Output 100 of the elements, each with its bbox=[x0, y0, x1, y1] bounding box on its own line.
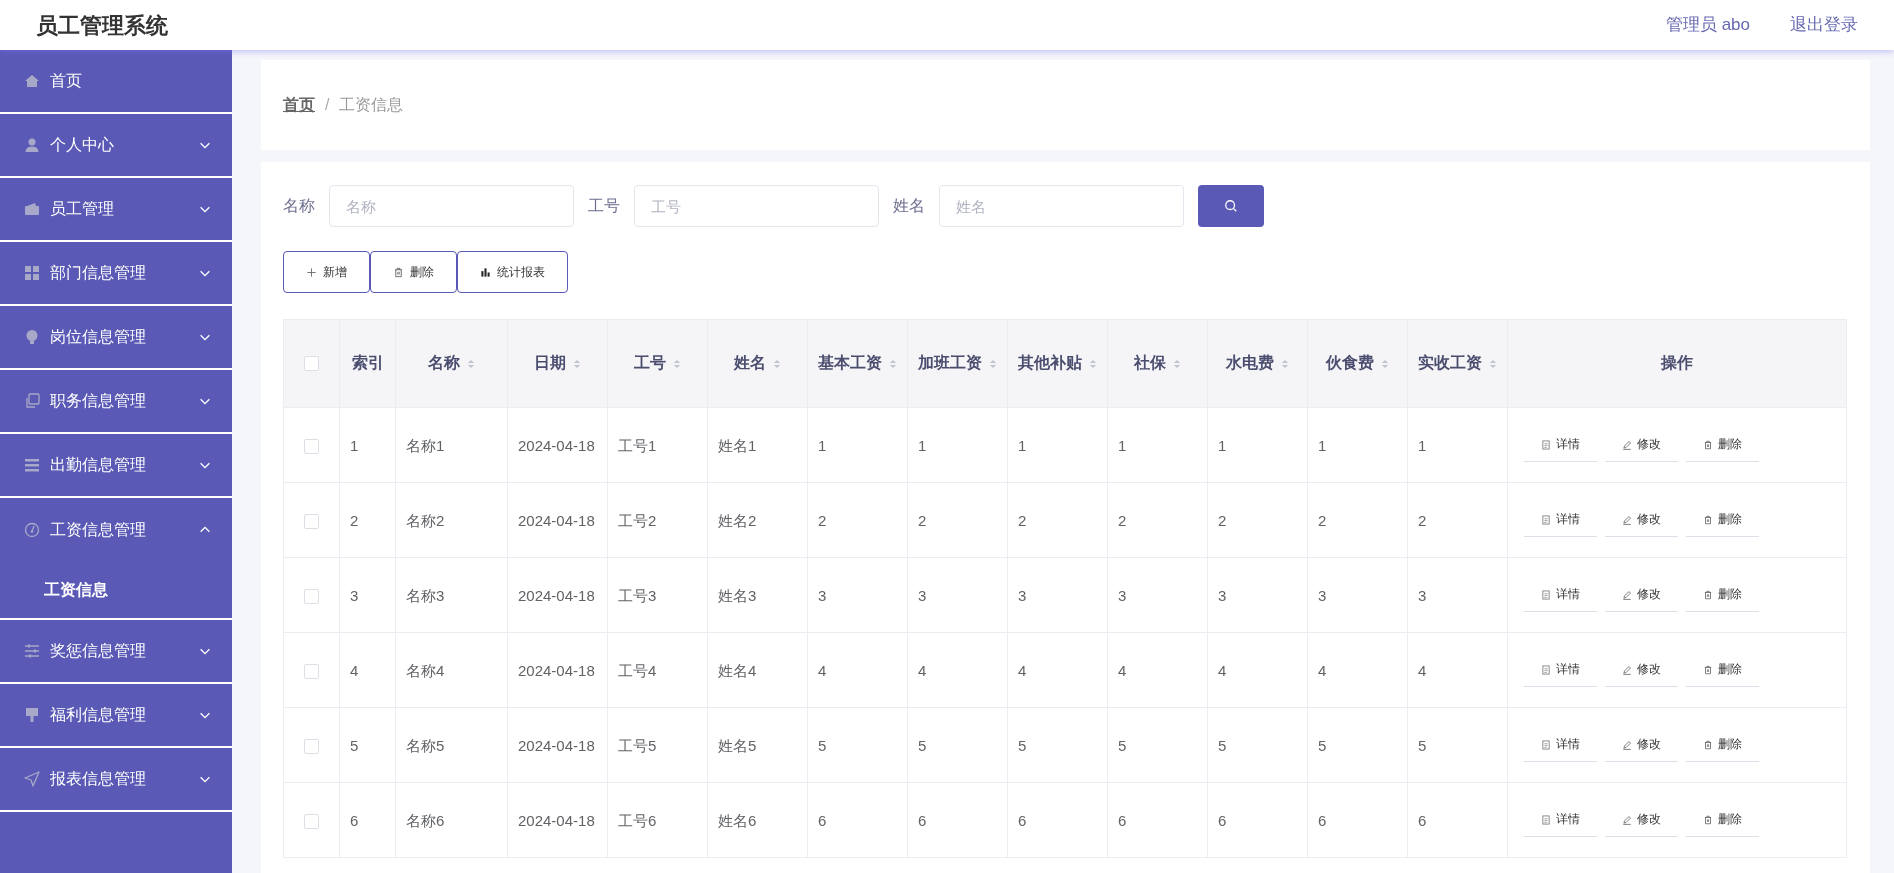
search-button[interactable] bbox=[1198, 185, 1264, 227]
breadcrumb-current: 工资信息 bbox=[339, 95, 404, 115]
user-link[interactable]: 管理员 abo bbox=[1665, 15, 1750, 35]
logout-link[interactable]: 退出登录 bbox=[1790, 15, 1858, 35]
table-cell: 2024-04-18 bbox=[507, 557, 608, 633]
document-icon bbox=[1541, 514, 1551, 525]
checkbox[interactable] bbox=[304, 739, 319, 755]
sidebar-item[interactable]: 岗位信息管理 bbox=[0, 306, 232, 370]
search-field[interactable]: 名称 bbox=[329, 185, 574, 227]
table-cell: 名称4 bbox=[395, 632, 508, 708]
table-cell: 5 bbox=[1107, 707, 1208, 783]
column-header[interactable]: 水电费 bbox=[1207, 319, 1308, 408]
add-button[interactable]: 新增 bbox=[283, 251, 370, 293]
table-cell: 4 bbox=[1307, 632, 1408, 708]
sidebar-item[interactable]: 福利信息管理 bbox=[0, 684, 232, 748]
table-cell: 3 bbox=[1007, 557, 1108, 633]
table-cell: 1 bbox=[1307, 407, 1408, 483]
pencil-icon bbox=[1622, 514, 1632, 525]
table-cell: 4 bbox=[339, 632, 396, 708]
checkbox[interactable] bbox=[304, 514, 319, 530]
column-header[interactable]: 社保 bbox=[1107, 319, 1208, 408]
table-cell: 2 bbox=[807, 482, 908, 558]
table-cell: 3 bbox=[1407, 557, 1508, 633]
table-cell: 2 bbox=[1307, 482, 1408, 558]
table-cell: 工号1 bbox=[607, 407, 708, 483]
table-cell: 2024-04-18 bbox=[507, 632, 608, 708]
column-header[interactable]: 名称 bbox=[395, 319, 508, 408]
table-cell: 姓名6 bbox=[707, 782, 808, 858]
pencil-icon bbox=[1622, 664, 1632, 675]
field-label: 姓名 bbox=[893, 196, 925, 216]
trash-icon bbox=[1703, 664, 1713, 675]
grid-icon bbox=[24, 265, 40, 281]
sidebar-item[interactable]: 个人中心 bbox=[0, 114, 232, 178]
pencil-icon bbox=[1622, 439, 1632, 450]
checkbox[interactable] bbox=[304, 664, 319, 680]
table-cell: 2024-04-18 bbox=[507, 782, 608, 858]
sidebar-item[interactable]: 奖惩信息管理 bbox=[0, 620, 232, 684]
table-cell: 名称2 bbox=[395, 482, 508, 558]
delete-button[interactable]: 删除 bbox=[370, 251, 457, 293]
column-header[interactable]: 日期 bbox=[507, 319, 608, 408]
table-cell: 姓名5 bbox=[707, 707, 808, 783]
table-cell: 5 bbox=[1007, 707, 1108, 783]
breadcrumb-link[interactable]: 首页 bbox=[283, 93, 315, 117]
column-header[interactable]: 实收工资 bbox=[1407, 319, 1508, 408]
table-cell: 6 bbox=[1307, 782, 1408, 858]
column-header[interactable]: 姓名 bbox=[707, 319, 808, 408]
table-cell: 2 bbox=[1207, 482, 1308, 558]
sidebar-item[interactable]: 工资信息管理 bbox=[0, 498, 232, 562]
pencil-icon bbox=[1622, 739, 1632, 750]
table-cell: 名称3 bbox=[395, 557, 508, 633]
sidebar-item[interactable]: 部门信息管理 bbox=[0, 242, 232, 306]
table-cell: 1 bbox=[807, 407, 908, 483]
checkbox[interactable] bbox=[304, 439, 319, 455]
table-cell: 工号2 bbox=[607, 482, 708, 558]
table-cell: 工号4 bbox=[607, 632, 708, 708]
document-icon bbox=[1541, 739, 1551, 750]
checkbox[interactable] bbox=[304, 589, 319, 605]
table-cell: 工号3 bbox=[607, 557, 708, 633]
plus-icon bbox=[306, 266, 317, 278]
sidebar-item[interactable]: 报表信息管理 bbox=[0, 748, 232, 812]
table-cell: 4 bbox=[1207, 632, 1308, 708]
column-header[interactable]: 其他补贴 bbox=[1007, 319, 1108, 408]
column-header[interactable]: 工号 bbox=[607, 319, 708, 408]
table-cell: 名称1 bbox=[395, 407, 508, 483]
table-cell: 4 bbox=[907, 632, 1008, 708]
table-cell: 工号6 bbox=[607, 782, 708, 858]
document-icon bbox=[1541, 664, 1551, 675]
table-cell: 5 bbox=[807, 707, 908, 783]
table-cell: 6 bbox=[1407, 782, 1508, 858]
table-cell: 3 bbox=[1107, 557, 1208, 633]
table-cell: 1 bbox=[1107, 407, 1208, 483]
trash-icon bbox=[1703, 739, 1713, 750]
sidebar-item[interactable]: 出勤信息管理 bbox=[0, 434, 232, 498]
table-cell: 名称5 bbox=[395, 707, 508, 783]
trash-icon bbox=[1703, 439, 1713, 450]
checkbox[interactable] bbox=[304, 814, 319, 830]
document-icon bbox=[1541, 814, 1551, 825]
search-field[interactable]: 姓名 bbox=[939, 185, 1184, 227]
table-cell: 1 bbox=[907, 407, 1008, 483]
column-header[interactable]: 基本工资 bbox=[807, 319, 908, 408]
column-header[interactable]: 加班工资 bbox=[907, 319, 1008, 408]
table-cell: 2 bbox=[1107, 482, 1208, 558]
checkbox[interactable] bbox=[304, 356, 319, 372]
pencil-icon bbox=[1622, 814, 1632, 825]
table-cell: 6 bbox=[907, 782, 1008, 858]
column-header[interactable]: 伙食费 bbox=[1307, 319, 1408, 408]
sidebar-subitem[interactable]: 工资信息 bbox=[0, 562, 232, 618]
trash-icon bbox=[393, 266, 404, 278]
table-cell: 4 bbox=[807, 632, 908, 708]
table-cell: 工号5 bbox=[607, 707, 708, 783]
sidebar-item[interactable]: 首页 bbox=[0, 50, 232, 114]
table-cell: 1 bbox=[1007, 407, 1108, 483]
copy-icon bbox=[24, 393, 40, 409]
report-button[interactable]: 统计报表 bbox=[457, 251, 568, 293]
table-cell: 3 bbox=[1307, 557, 1408, 633]
table-cell: 1 bbox=[1207, 407, 1308, 483]
search-field[interactable]: 工号 bbox=[634, 185, 879, 227]
sidebar-item[interactable]: 员工管理 bbox=[0, 178, 232, 242]
sidebar-item[interactable]: 职务信息管理 bbox=[0, 370, 232, 434]
table-cell: 5 bbox=[1307, 707, 1408, 783]
